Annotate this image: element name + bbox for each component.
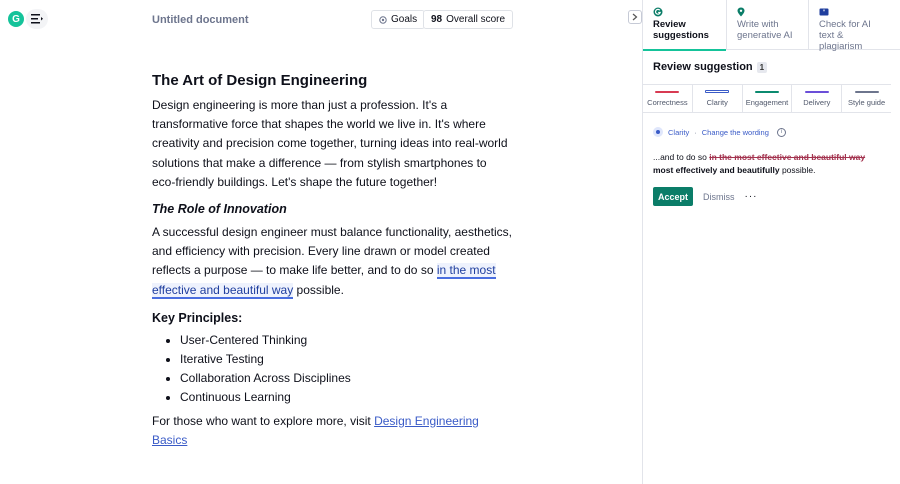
doc-intro-paragraph: Design engineering is more than just a p… [152, 98, 508, 189]
review-suggestion-header: Review suggestion 1 [653, 61, 768, 73]
more-options-button[interactable]: ··· [745, 191, 758, 202]
grammarly-logo-icon[interactable]: G [8, 11, 24, 27]
category-bar [804, 91, 829, 93]
suggestion-count-badge: 1 [756, 61, 768, 73]
doc-subheading: The Role of Innovation [152, 202, 287, 217]
score-label: Overall score [446, 14, 506, 25]
principles-heading: Key Principles: [152, 310, 243, 325]
list-item: Iterative Testing [180, 350, 512, 369]
suggestion-actions: Accept Dismiss ··· [653, 187, 883, 206]
tab-ai-plagiarism-check[interactable]: " Check for AI text & plagiarism [808, 0, 892, 52]
goals-icon [379, 15, 387, 24]
meta-separator: · [694, 127, 697, 137]
grammarly-g-icon [653, 7, 716, 17]
document-title[interactable]: Untitled document [152, 14, 249, 26]
svg-text:": " [823, 9, 826, 16]
category-clarity[interactable]: Clarity [693, 85, 743, 112]
suggestion-category: Clarity [668, 127, 690, 137]
tab-write-with-ai[interactable]: Write with generative AI [726, 0, 808, 50]
clarity-icon [653, 127, 663, 137]
category-bar [655, 91, 680, 93]
category-delivery[interactable]: Delivery [792, 85, 843, 112]
menu-icon[interactable] [26, 9, 48, 29]
replacement-text: most effectively and beautifully [653, 164, 780, 175]
panel-tabs: Review suggestions Write with generative A… [643, 0, 900, 52]
doc-closing-paragraph: For those who want to explore more, visi… [152, 413, 479, 447]
list-item: Collaboration Across Disciplines [180, 369, 512, 388]
info-icon[interactable]: i [776, 127, 786, 137]
category-engagement[interactable]: Engagement [743, 85, 793, 112]
removed-text: in the most effective and beautiful way [709, 152, 866, 162]
doc-heading: The Art of Design Engineering [152, 72, 368, 89]
overall-score-button[interactable]: 98 Overall score [423, 10, 514, 29]
suggestion-meta: Clarity · Change the wording i [653, 127, 883, 137]
list-item: User-Centered Thinking [180, 331, 512, 350]
principles-list: User-Centered Thinking Iterative Testing… [180, 331, 512, 408]
category-bar [754, 91, 779, 93]
category-bar [705, 90, 730, 93]
goals-button[interactable]: Goals [371, 10, 426, 29]
suggestion-preview: ...and to do so in the most effective an… [653, 152, 866, 175]
suggestion-action: Change the wording [701, 127, 769, 137]
score-value: 98 [431, 14, 443, 25]
document-editor[interactable]: The Art of Design Engineering Design eng… [152, 72, 512, 450]
goals-label: Goals [391, 14, 418, 25]
category-bar [854, 91, 879, 93]
category-correctness[interactable]: Correctness [643, 85, 693, 112]
tab-review-suggestions[interactable]: Review suggestions [643, 0, 726, 51]
category-filter-row: Correctness Clarity Engagement Delivery … [643, 84, 891, 113]
assistant-panel: Review suggestions Write with generative A… [642, 0, 900, 484]
doc-paragraph-2: A successful design engineer must balanc… [152, 225, 512, 299]
suggestion-card[interactable]: Clarity · Change the wording i ...and to… [653, 127, 883, 206]
ai-pin-icon [737, 7, 798, 17]
quote-icon: " [819, 7, 882, 17]
collapse-panel-button[interactable] [628, 10, 642, 24]
list-item: Continuous Learning [180, 388, 512, 407]
dismiss-button[interactable]: Dismiss [703, 192, 735, 202]
chevron-right-icon [632, 13, 638, 21]
accept-button[interactable]: Accept [653, 187, 694, 206]
category-style-guide[interactable]: Style guide [842, 85, 891, 112]
